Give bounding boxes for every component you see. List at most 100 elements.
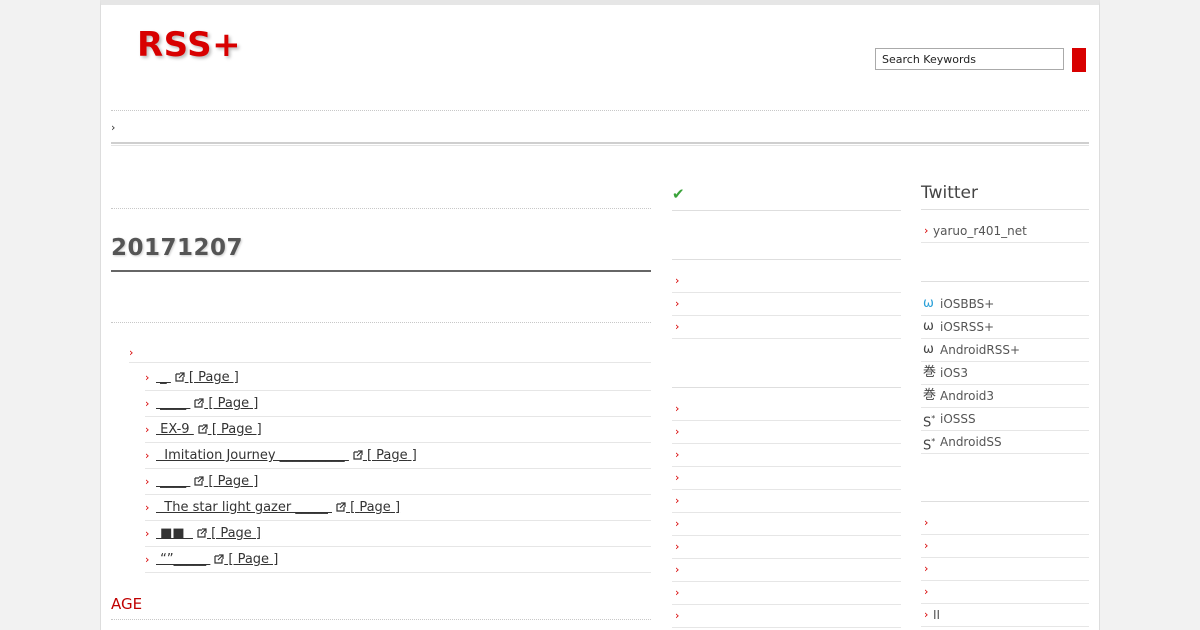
omega-icon: ω bbox=[923, 319, 934, 334]
twitter-account-link[interactable]: › yaruo_r401_net bbox=[921, 224, 1089, 243]
entry-link[interactable]: ____ bbox=[156, 396, 190, 411]
scroll-kanji-icon: 巻 bbox=[923, 388, 937, 403]
app-link[interactable]: 巻 iOS3 bbox=[921, 362, 1089, 385]
bracket-open: [ bbox=[345, 500, 360, 515]
external-link-icon bbox=[336, 502, 346, 512]
list-item[interactable]: › bbox=[672, 490, 901, 513]
divider bbox=[111, 619, 651, 620]
divider bbox=[672, 210, 901, 211]
list-item[interactable]: › bbox=[672, 559, 901, 582]
bracket-close: ] bbox=[407, 448, 417, 463]
app-link[interactable]: ω AndroidRSS+ bbox=[921, 339, 1089, 362]
arrow-right-icon: › bbox=[145, 475, 150, 488]
arrow-right-icon: › bbox=[145, 501, 150, 514]
page-link[interactable]: Page bbox=[198, 370, 229, 385]
list-item[interactable]: › bbox=[921, 581, 1089, 604]
bracket-close: ] bbox=[249, 474, 259, 489]
entry-link[interactable]: “”_____ bbox=[156, 552, 210, 567]
arrow-right-icon: › bbox=[145, 371, 150, 384]
entry-line: _ [ Page ] bbox=[156, 365, 239, 391]
list-item[interactable]: › bbox=[921, 512, 1089, 535]
nav-divider-bottom bbox=[111, 142, 1089, 146]
list-item[interactable]: › II bbox=[921, 604, 1089, 627]
app-label: iOSSS bbox=[940, 412, 976, 426]
external-link-icon bbox=[198, 424, 208, 434]
page-link[interactable]: Page bbox=[359, 500, 390, 515]
age-heading[interactable]: AGE bbox=[111, 595, 142, 613]
entry-link[interactable]: ■■ bbox=[156, 526, 193, 541]
app-link[interactable]: S* iOSSS bbox=[921, 408, 1089, 431]
arrow-right-icon: › bbox=[145, 423, 150, 436]
list-item[interactable]: › bbox=[672, 467, 901, 490]
bracket-open: [ bbox=[207, 422, 222, 437]
app-label: iOSRSS+ bbox=[940, 320, 995, 334]
list-item[interactable]: › bbox=[921, 535, 1089, 558]
app-label: AndroidRSS+ bbox=[940, 343, 1021, 357]
arrow-right-icon: › bbox=[145, 397, 150, 410]
arrow-right-icon: › bbox=[145, 553, 150, 566]
list-item[interactable]: › bbox=[672, 316, 901, 339]
list-item: › Imitation Journey __________ [ Page ] bbox=[145, 443, 651, 469]
page-link[interactable]: Page bbox=[218, 474, 249, 489]
breadcrumb-arrow-icon: › bbox=[111, 121, 116, 134]
arrow-right-icon: › bbox=[924, 539, 929, 552]
arrow-right-icon: › bbox=[145, 527, 150, 540]
page-link[interactable]: Page bbox=[221, 422, 252, 437]
divider bbox=[921, 281, 1089, 282]
app-link[interactable]: ω iOSBBS+ bbox=[921, 293, 1089, 316]
page-link[interactable]: Page bbox=[238, 552, 269, 567]
external-link-icon bbox=[194, 398, 204, 408]
omega-icon: ω bbox=[923, 296, 934, 311]
entry-link[interactable]: Imitation Journey __________ bbox=[156, 448, 349, 463]
list-item[interactable]: › bbox=[672, 605, 901, 628]
list-item[interactable]: › bbox=[921, 558, 1089, 581]
page-link[interactable]: Page bbox=[218, 396, 249, 411]
list-item: › ____ [ Page ] bbox=[145, 391, 651, 417]
list-item[interactable]: › bbox=[672, 536, 901, 559]
list-item: › ■■ [ Page ] bbox=[145, 521, 651, 547]
bracket-open: [ bbox=[184, 370, 199, 385]
scroll-kanji-icon: 巻 bbox=[923, 365, 937, 380]
app-link[interactable]: ω iOSRSS+ bbox=[921, 316, 1089, 339]
bracket-close: ] bbox=[252, 422, 262, 437]
search-input[interactable] bbox=[875, 48, 1064, 70]
bracket-open: [ bbox=[204, 396, 218, 411]
list-item[interactable]: › bbox=[672, 421, 901, 444]
arrow-right-icon: › bbox=[924, 224, 929, 237]
entry-link[interactable]: EX-9 bbox=[156, 422, 194, 437]
post-title: 20171207 bbox=[111, 235, 244, 261]
category-row[interactable]: › bbox=[129, 341, 651, 363]
bracket-close: ] bbox=[251, 526, 262, 541]
breadcrumb: › bbox=[111, 115, 1089, 145]
list-item: › ____ [ Page ] bbox=[145, 469, 651, 495]
list-item[interactable]: › bbox=[672, 398, 901, 421]
arrow-right-icon: › bbox=[675, 320, 680, 333]
entry-link[interactable]: The star light gazer _____ bbox=[156, 500, 332, 515]
bracket-close: ] bbox=[229, 370, 239, 385]
list-item[interactable]: › bbox=[672, 444, 901, 467]
list-item[interactable]: › bbox=[672, 513, 901, 536]
search-button[interactable] bbox=[1072, 48, 1086, 72]
external-link-icon bbox=[353, 450, 363, 460]
entry-link[interactable]: ____ bbox=[156, 474, 190, 489]
nav-divider-top bbox=[111, 110, 1089, 111]
page-link[interactable]: Page bbox=[376, 448, 407, 463]
list-item[interactable]: › bbox=[672, 582, 901, 605]
external-link-icon bbox=[197, 528, 207, 538]
list-item[interactable]: › bbox=[672, 270, 901, 293]
arrow-right-icon: › bbox=[675, 540, 680, 553]
arrow-right-icon: › bbox=[675, 471, 680, 484]
arrow-right-icon: › bbox=[924, 585, 929, 598]
arrow-right-icon: › bbox=[675, 586, 680, 599]
entry-link[interactable]: _ bbox=[156, 370, 171, 385]
arrow-right-icon: › bbox=[675, 274, 680, 287]
page-link[interactable]: Page bbox=[220, 526, 251, 541]
page-container: RSS+ › 20171207 › › _ [ Page ]› ____ [ P… bbox=[100, 0, 1100, 630]
app-link[interactable]: 巻 Android3 bbox=[921, 385, 1089, 408]
twitter-heading: Twitter bbox=[921, 183, 978, 203]
bracket-open: [ bbox=[206, 526, 221, 541]
app-link[interactable]: S* AndroidSS bbox=[921, 431, 1089, 454]
list-item[interactable]: › bbox=[672, 293, 901, 316]
s-star-icon: S* bbox=[923, 437, 936, 454]
site-logo[interactable]: RSS+ bbox=[137, 25, 241, 65]
